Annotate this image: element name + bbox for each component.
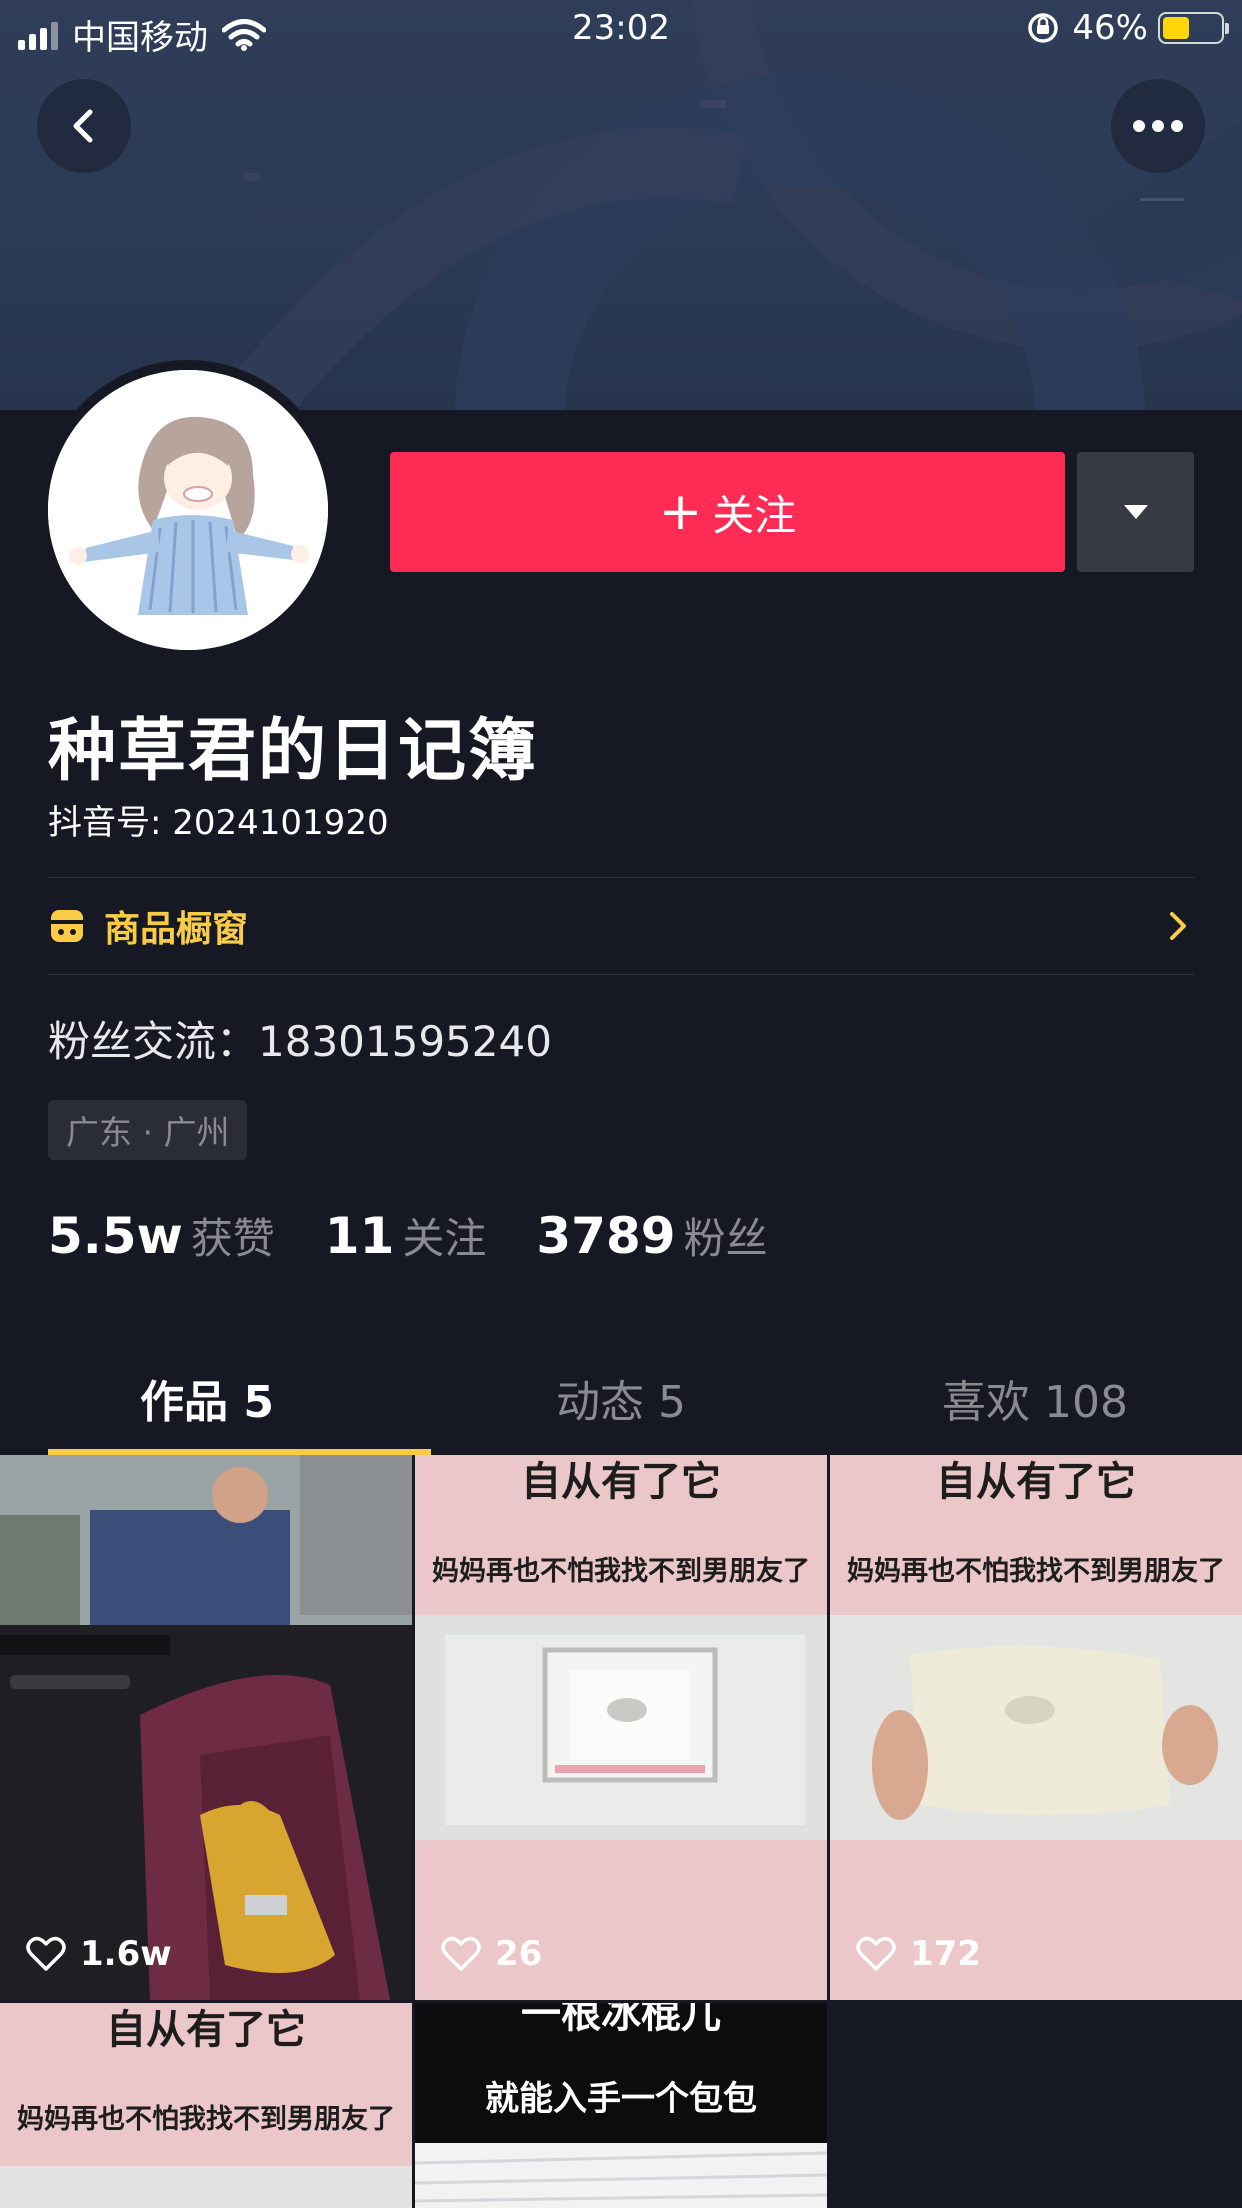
profile-banner: 中国移动 23:02 46% (0, 0, 1242, 410)
tab-moments[interactable]: 动态 5 (414, 1340, 828, 1455)
caret-down-icon (1123, 505, 1148, 519)
video-thumbnail[interactable]: 自从有了它 妈妈再也不怕我找不到男朋友了 26 (415, 1455, 827, 2000)
shop-icon (51, 910, 83, 942)
battery-percent: 46% (1072, 8, 1148, 48)
video-thumbnail[interactable]: 自从有了它 妈妈再也不怕我找不到男朋友了 172 (830, 1455, 1242, 2000)
avatar-illustration (48, 370, 328, 650)
recommend-dropdown-button[interactable] (1077, 452, 1194, 572)
like-count: 1.6w (26, 1934, 172, 1974)
video-cover-title: 自从有了它 (106, 2007, 306, 2053)
video-cover-subtitle: 妈妈再也不怕我找不到男朋友了 (432, 1556, 810, 1587)
stat-likes: 5.5w 获赞 (48, 1205, 275, 1266)
stat-value: 5.5w (48, 1207, 183, 1265)
follow-button[interactable]: + 关注 (390, 452, 1065, 572)
video-cover-subtitle: 妈妈再也不怕我找不到男朋友了 (847, 1556, 1225, 1587)
video-cover-title: 自从有了它 (521, 1459, 721, 1505)
video-cover-title: 一根冰棍儿 (521, 2003, 721, 2037)
location-tag: 广东 · 广州 (48, 1100, 248, 1160)
video-cover-image (415, 1615, 827, 1840)
like-count-value: 1.6w (80, 1934, 172, 1974)
rotation-lock-icon (1028, 13, 1059, 43)
stats-row: 5.5w 获赞 11 关注 3789 粉丝 (48, 1205, 818, 1266)
follow-label: 关注 (712, 490, 797, 540)
chevron-left-icon (73, 109, 93, 143)
avatar[interactable] (48, 370, 328, 650)
like-count-value: 26 (495, 1934, 543, 1974)
chevron-right-icon (1170, 912, 1186, 940)
video-cover-image (0, 1455, 412, 2000)
plus-icon: + (658, 482, 703, 542)
heart-icon (26, 1936, 66, 1971)
video-thumbnail[interactable]: 1.6w (0, 1455, 412, 2000)
nickname: 种草君的日记簿 (48, 712, 539, 791)
like-count: 26 (441, 1934, 542, 1974)
status-bar: 中国移动 23:02 46% (0, 0, 1242, 60)
heart-icon (856, 1936, 896, 1971)
banner-decoration (222, 0, 1242, 410)
back-button[interactable] (37, 79, 131, 173)
ellipsis-icon (1133, 120, 1183, 132)
video-thumbnail[interactable]: 自从有了它 妈妈再也不怕我找不到男朋友了 (0, 2003, 412, 2208)
divider (48, 974, 1194, 975)
video-cover-image (830, 1615, 1242, 1840)
like-count: 172 (856, 1934, 981, 1974)
shop-window-row[interactable]: 商品橱窗 (48, 878, 1194, 974)
shop-window-label: 商品橱窗 (104, 909, 249, 950)
stat-value: 11 (324, 1207, 395, 1265)
video-cover-title: 自从有了它 (936, 1459, 1136, 1505)
stat-following[interactable]: 11 关注 (325, 1205, 487, 1266)
stat-label: 关注 (402, 1214, 487, 1263)
stat-followers[interactable]: 3789 粉丝 (536, 1205, 767, 1266)
stat-value: 3789 (536, 1207, 676, 1265)
content-tabs: 作品 5 动态 5 喜欢 108 (0, 1340, 1242, 1455)
tab-likes[interactable]: 喜欢 108 (828, 1340, 1242, 1455)
battery-level (1163, 17, 1189, 39)
like-count-value: 172 (910, 1934, 981, 1974)
video-thumbnail[interactable]: 一根冰棍儿 就能入手一个包包 (415, 2003, 827, 2208)
more-options-button[interactable] (1111, 79, 1205, 173)
video-cover-subtitle: 就能入手一个包包 (485, 2079, 757, 2119)
bio-text: 粉丝交流：18301595240 (48, 1017, 552, 1066)
battery-icon (1158, 12, 1229, 44)
douyin-id: 抖音号: 2024101920 (48, 803, 389, 843)
tab-works[interactable]: 作品 5 (0, 1340, 414, 1455)
video-cover-subtitle: 妈妈再也不怕我找不到男朋友了 (17, 2104, 395, 2135)
heart-icon (441, 1936, 481, 1971)
stat-label: 粉丝 (683, 1214, 768, 1263)
video-cover-image (0, 2166, 412, 2208)
video-cover-image (415, 2143, 827, 2208)
stat-label: 获赞 (190, 1214, 275, 1263)
